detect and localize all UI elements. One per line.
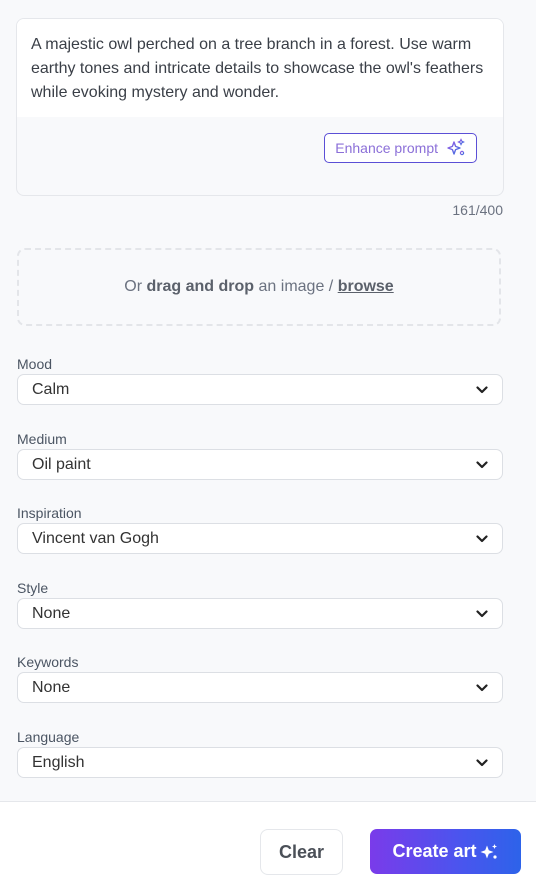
keywords-label: Keywords	[17, 654, 79, 670]
chevron-down-icon	[476, 534, 488, 542]
prompt-text[interactable]: A majestic owl perched on a tree branch …	[17, 19, 503, 117]
mood-select[interactable]: Calm	[17, 374, 503, 405]
chevron-down-icon	[476, 758, 488, 766]
medium-field: Medium Oil paint	[17, 431, 503, 480]
browse-link[interactable]: browse	[338, 278, 394, 296]
clear-button[interactable]: Clear	[260, 829, 343, 875]
inspiration-label: Inspiration	[17, 505, 82, 521]
keywords-field: Keywords None	[17, 654, 503, 703]
style-label: Style	[17, 580, 49, 596]
medium-select[interactable]: Oil paint	[17, 449, 503, 480]
language-field: Language English	[17, 729, 503, 778]
chevron-down-icon	[476, 385, 488, 393]
language-value: English	[32, 753, 85, 771]
create-art-button[interactable]: Create art	[370, 829, 521, 874]
chevron-down-icon	[476, 609, 488, 617]
dropzone-bold-text: drag and drop	[146, 278, 255, 295]
medium-label: Medium	[17, 431, 67, 447]
keywords-value: None	[32, 678, 71, 696]
language-select[interactable]: English	[17, 747, 503, 778]
sparkles-icon	[480, 843, 497, 859]
dropzone-prefix: Or	[124, 278, 147, 295]
inspiration-field: Inspiration Vincent van Gogh	[17, 505, 503, 554]
prompt-textarea[interactable]: A majestic owl perched on a tree branch …	[16, 18, 504, 196]
sparkles-icon	[447, 138, 465, 156]
image-dropzone[interactable]: Or drag and drop an image / browse	[17, 248, 501, 326]
mood-field: Mood Calm	[17, 356, 503, 405]
enhance-prompt-button[interactable]: Enhance prompt	[324, 133, 477, 163]
inspiration-select[interactable]: Vincent van Gogh	[17, 523, 503, 554]
character-counter: 161/400	[452, 202, 503, 218]
create-art-label: Create art	[392, 841, 477, 861]
dropzone-middle: an image /	[254, 278, 338, 295]
inspiration-value: Vincent van Gogh	[32, 529, 159, 547]
chevron-down-icon	[476, 460, 488, 468]
style-select[interactable]: None	[17, 598, 503, 629]
style-field: Style None	[17, 580, 503, 629]
mood-value: Calm	[32, 380, 70, 398]
mood-label: Mood	[17, 356, 53, 372]
chevron-down-icon	[476, 683, 488, 691]
keywords-select[interactable]: None	[17, 672, 503, 703]
footer: Clear Create art	[0, 802, 536, 891]
enhance-prompt-label: Enhance prompt	[335, 140, 438, 156]
medium-value: Oil paint	[32, 455, 91, 473]
language-label: Language	[17, 729, 80, 745]
style-value: None	[32, 604, 71, 622]
